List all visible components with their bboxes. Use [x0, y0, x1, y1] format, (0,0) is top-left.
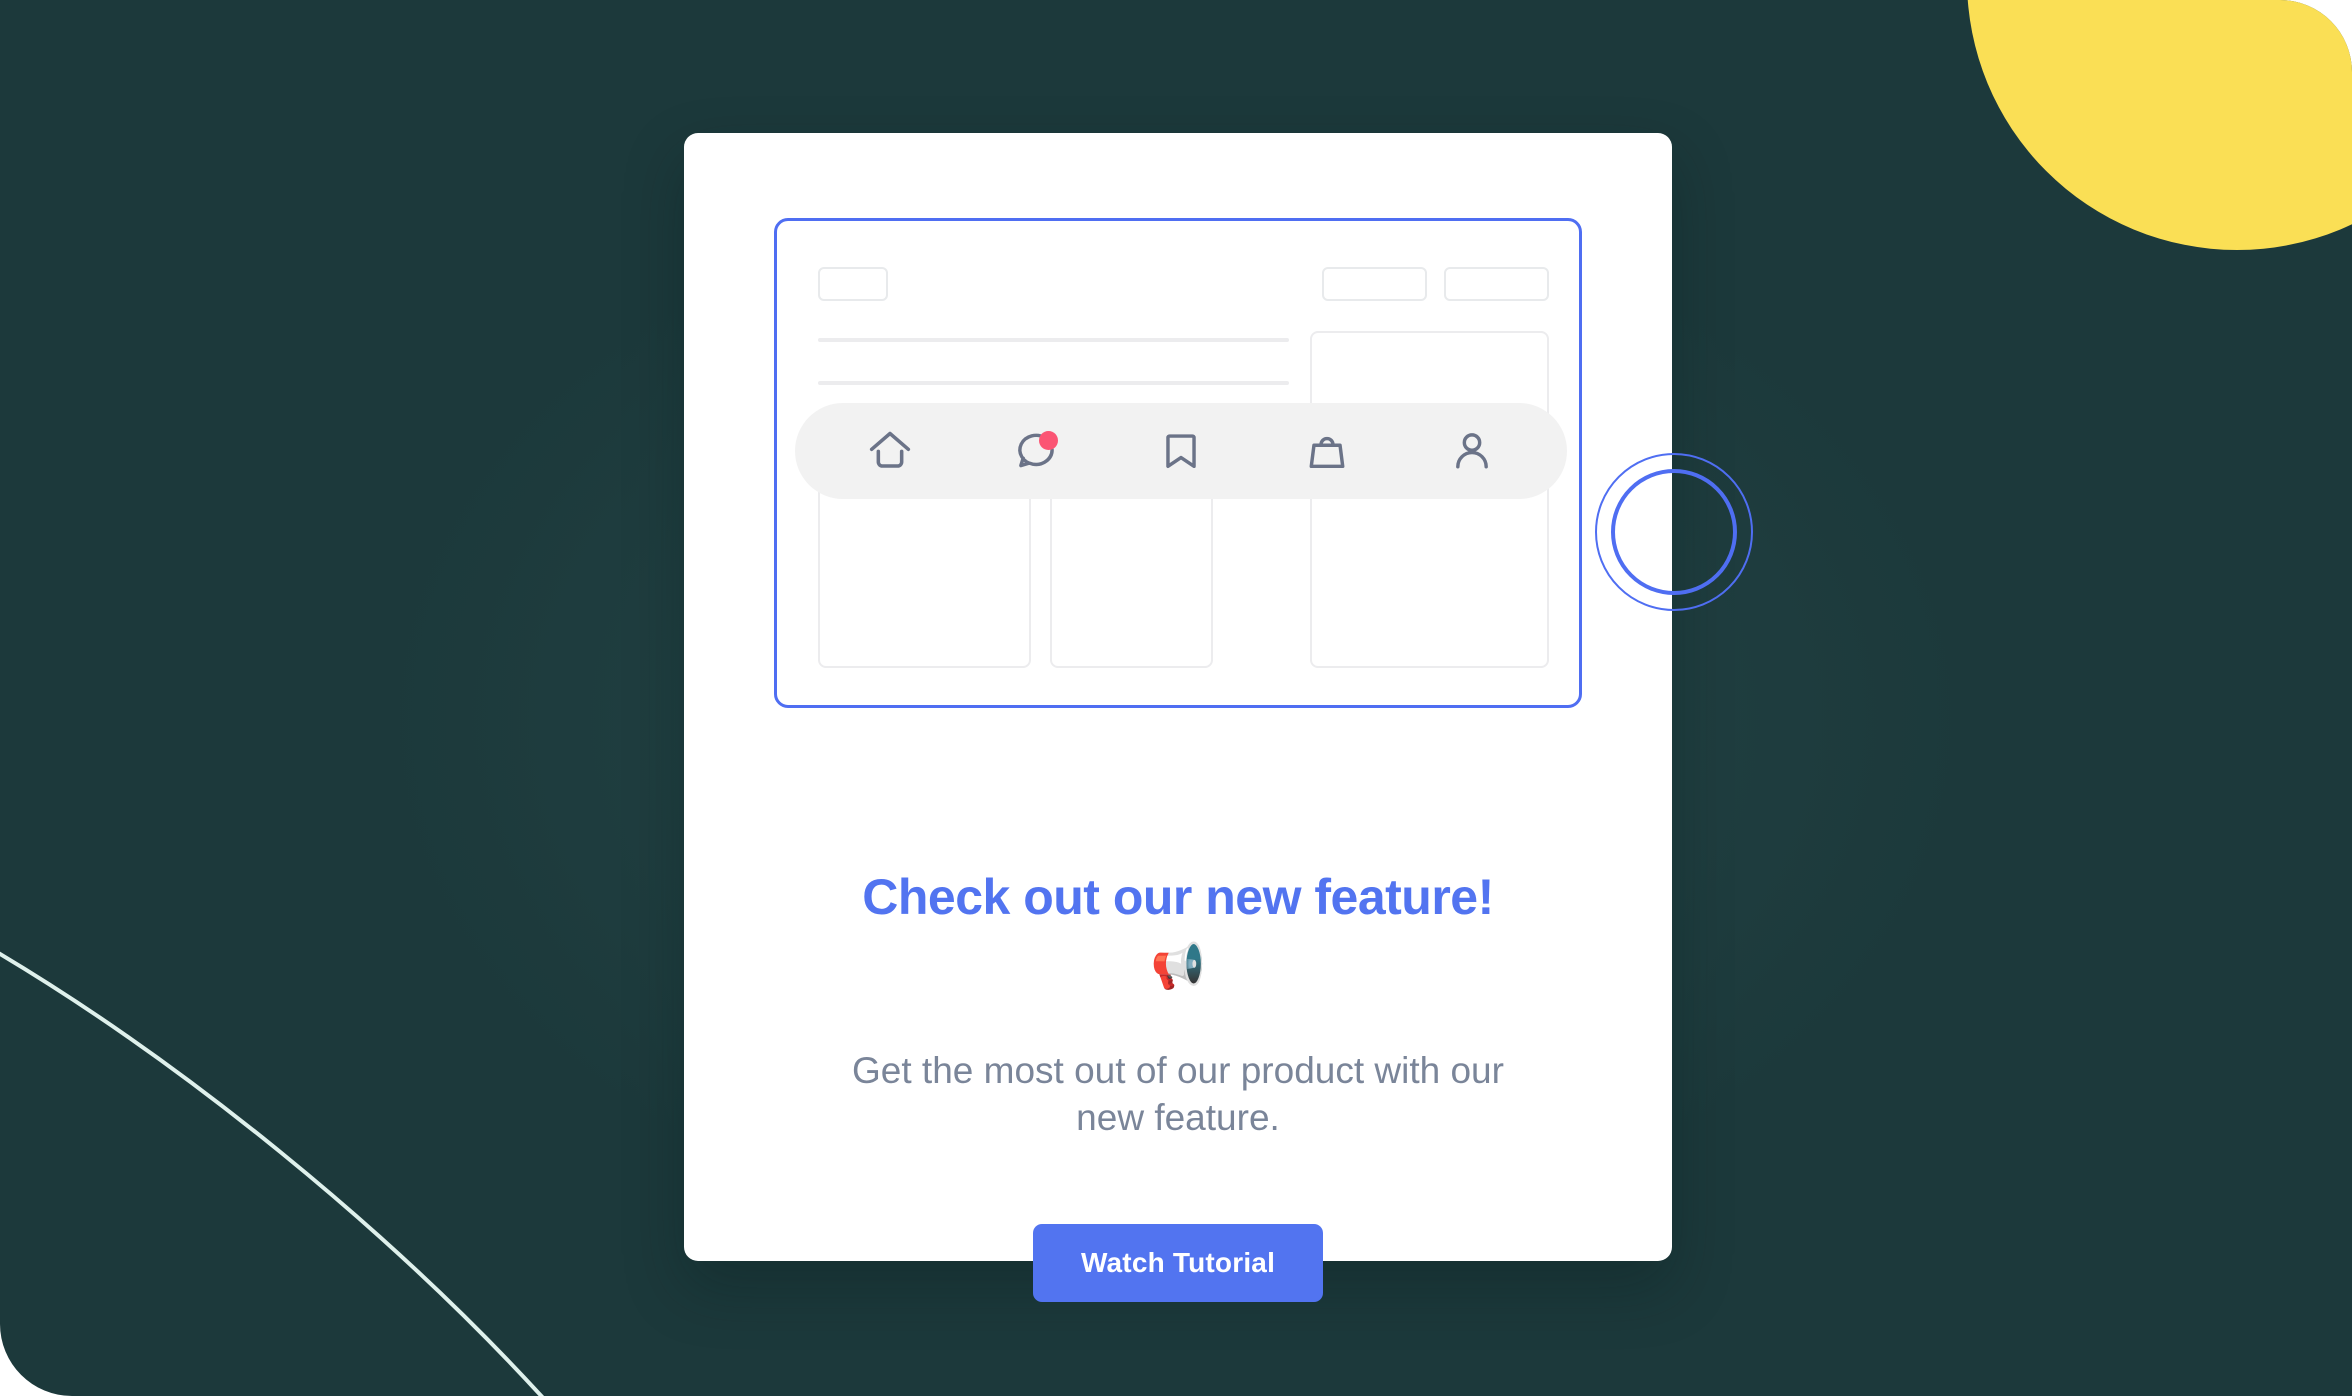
- bag-icon: [1304, 428, 1350, 474]
- nav-placeholder-1: [1322, 267, 1427, 301]
- description-text: Get the most out of our product with our…: [852, 1050, 1504, 1139]
- screenshot-root: Check out our new feature! 📢 Get the mos…: [0, 0, 2352, 1396]
- dock-item-messages[interactable]: [999, 414, 1073, 488]
- loudspeaker-icon: 📢: [1150, 942, 1206, 991]
- bookmark-icon: [1158, 428, 1204, 474]
- dock-item-saved[interactable]: [1144, 414, 1218, 488]
- cta-container: Watch Tutorial: [684, 1224, 1672, 1302]
- decorative-yellow-circle: [1967, 0, 2352, 250]
- dock-item-profile[interactable]: [1435, 414, 1509, 488]
- text-line-1: [818, 338, 1289, 342]
- home-icon: [865, 426, 915, 476]
- announcement-card: Check out our new feature! 📢 Get the mos…: [684, 133, 1753, 1302]
- unread-badge-dot: [1038, 431, 1058, 450]
- sidebar-panel: [1310, 331, 1549, 668]
- logo-placeholder: [818, 267, 888, 301]
- product-wireframe-illustration: [774, 218, 1582, 708]
- dock-item-shop[interactable]: [1290, 414, 1364, 488]
- watch-tutorial-button[interactable]: Watch Tutorial: [1032, 1224, 1324, 1302]
- bottom-navigation-dock: [795, 403, 1567, 499]
- page-title: Check out our new feature!: [862, 869, 1494, 925]
- person-icon: [1449, 428, 1495, 474]
- nav-placeholder-2: [1444, 267, 1549, 301]
- text-line-2: [818, 381, 1289, 385]
- dock-item-home[interactable]: [853, 414, 927, 488]
